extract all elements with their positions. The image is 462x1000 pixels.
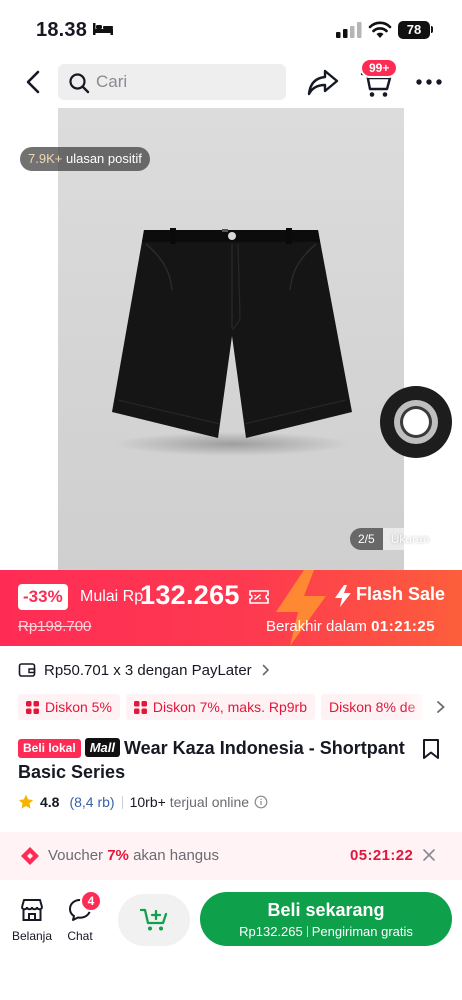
- voucher-tag-icon: [21, 847, 39, 865]
- coupon-icon: [26, 701, 39, 714]
- sold-label: terjual online: [169, 794, 250, 810]
- chat-label: Chat: [67, 929, 93, 943]
- bookmark-icon[interactable]: [422, 738, 440, 760]
- buy-now-subtitle: Rp132.265 Pengiriman gratis: [200, 924, 452, 939]
- price-value: 132.265: [140, 580, 240, 610]
- voucher-ticket-icon: [249, 590, 269, 604]
- chat-count-badge: 4: [80, 890, 102, 912]
- star-icon: [18, 794, 34, 809]
- bottom-action-bar: Belanja Chat 4 Beli sekarang Rp132.265 Pe…: [0, 880, 462, 1000]
- search-input[interactable]: Cari: [58, 64, 286, 100]
- local-purchase-tag: Beli lokal: [18, 739, 81, 758]
- discount-badge: -33%: [18, 584, 68, 610]
- chip-fade-overlay: [404, 694, 462, 722]
- buy-now-label: Beli sekarang: [267, 900, 385, 920]
- paylater-text: Rp50.701 x 3 dengan PayLater: [44, 661, 252, 679]
- review-count: 7.9K+: [28, 151, 63, 166]
- add-cart-icon: [140, 908, 168, 931]
- status-bar: 18.38 78: [0, 0, 462, 58]
- search-placeholder: Cari: [96, 72, 128, 91]
- floating-button-core: [403, 409, 429, 435]
- discount-chip[interactable]: Diskon 7%, maks. Rp9rb: [125, 694, 315, 720]
- voucher-countdown: 05:21:22: [350, 847, 414, 864]
- more-options-icon[interactable]: [414, 72, 444, 92]
- discount-chip-label: Diskon 5%: [45, 699, 112, 715]
- chevron-right-icon[interactable]: [436, 700, 446, 714]
- review-label: ulasan positif: [65, 151, 142, 166]
- rating-count[interactable]: (8,4 rb): [69, 794, 114, 810]
- battery-tip: [431, 26, 433, 33]
- original-price: Rp198.700: [18, 618, 92, 635]
- sleep-focus-icon: [93, 23, 113, 35]
- rating-value: 4.8: [40, 794, 60, 810]
- share-icon[interactable]: [306, 66, 340, 98]
- discount-chip[interactable]: Diskon 5%: [18, 694, 120, 720]
- store-icon: [21, 899, 43, 921]
- info-icon[interactable]: [254, 795, 268, 809]
- wallet-icon: [18, 663, 36, 677]
- image-pager[interactable]: 2/5 Ukuran: [350, 528, 438, 550]
- coupon-icon: [133, 701, 147, 714]
- price-prefix: Mulai Rp: [80, 588, 144, 605]
- voucher-expiry-banner[interactable]: Voucher 7% akan hangus 05:21:22: [0, 832, 462, 880]
- paylater-row[interactable]: Rp50.701 x 3 dengan PayLater: [18, 658, 278, 682]
- rating-row[interactable]: 4.8 (8,4 rb) 10rb+ terjual online: [18, 792, 268, 812]
- buy-price: Rp132.265: [239, 924, 303, 939]
- wifi-icon: [368, 21, 392, 38]
- shop-button[interactable]: Belanja: [10, 898, 54, 943]
- discount-chip-label: Diskon 8% de: [328, 699, 416, 715]
- product-title: Beli lokal Mall Wear Kaza Indonesia - Shor…: [18, 736, 408, 784]
- flash-ends-label: Berakhir dalam 01:21:25: [266, 618, 435, 635]
- positive-reviews-badge: 7.9K+ ulasan positif: [20, 147, 150, 171]
- voucher-text: Voucher 7% akan hangus: [48, 847, 219, 864]
- sold-count: 10rb+: [129, 794, 166, 810]
- flash-sale-text: Flash Sale: [356, 584, 446, 604]
- shop-label: Belanja: [11, 929, 53, 943]
- floating-record-button[interactable]: [380, 386, 452, 458]
- black-shorts-image: [112, 228, 352, 456]
- ends-prefix: Berakhir dalam: [266, 618, 367, 635]
- divider: [121, 795, 123, 809]
- back-arrow-icon[interactable]: [20, 68, 48, 96]
- voucher-suffix: akan hangus: [133, 847, 219, 864]
- cart-count-badge: 99+: [360, 58, 399, 78]
- voucher-prefix: Voucher: [48, 847, 104, 864]
- divider: [306, 926, 308, 937]
- chevron-right-icon: [262, 664, 269, 676]
- free-shipping-label: Pengiriman gratis: [311, 924, 413, 939]
- mall-tag: Mall: [84, 738, 120, 757]
- battery-level: 78: [398, 21, 430, 39]
- close-icon[interactable]: [422, 848, 436, 862]
- sold-info: 10rb+ terjual online: [130, 794, 249, 810]
- flash-sale-banner[interactable]: -33% Mulai Rp 132.265 Rp198.700 Flash Sa…: [0, 570, 462, 646]
- flash-sale-label: Flash Sale: [334, 584, 445, 605]
- size-tab[interactable]: Ukuran: [382, 528, 438, 550]
- voucher-percent: 7%: [107, 847, 129, 864]
- add-to-cart-button[interactable]: [118, 894, 190, 946]
- search-icon: [69, 73, 90, 94]
- status-time: 18.38: [36, 19, 88, 41]
- discount-chip-list: Diskon 5% Diskon 7%, maks. Rp9rb Diskon …: [18, 694, 462, 722]
- cellular-signal-icon: [336, 22, 362, 38]
- buy-now-button[interactable]: Beli sekarang Rp132.265 Pengiriman gratis: [200, 892, 452, 946]
- flash-countdown: 01:21:25: [371, 618, 436, 635]
- discount-chip-label: Diskon 7%, maks. Rp9rb: [152, 699, 307, 715]
- product-image[interactable]: [58, 108, 404, 570]
- image-page-index: 2/5: [350, 528, 383, 550]
